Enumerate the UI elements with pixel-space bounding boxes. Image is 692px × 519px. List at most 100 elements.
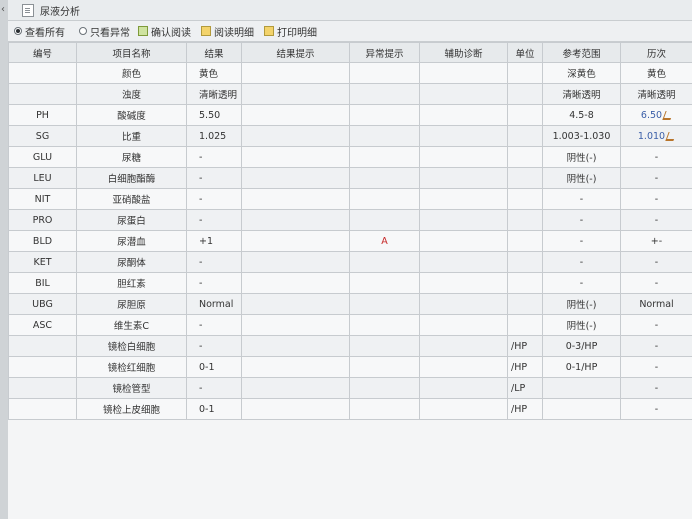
cell-unit[interactable]	[507, 230, 543, 252]
cell-aux-diagnosis[interactable]	[419, 398, 508, 420]
cell-unit[interactable]: /HP	[507, 356, 543, 378]
cell-result-hint[interactable]	[241, 314, 350, 336]
cell-unit[interactable]: /LP	[507, 377, 543, 399]
cell-code[interactable]: BIL	[8, 272, 77, 294]
cell-item-name[interactable]: 镜检红细胞	[76, 356, 187, 378]
cell-item-name[interactable]: 镜检白细胞	[76, 335, 187, 357]
cell-history[interactable]: -	[620, 146, 692, 168]
chevron-left-icon[interactable]: ‹	[1, 4, 5, 15]
cell-aux-diagnosis[interactable]	[419, 230, 508, 252]
cell-history[interactable]: -	[620, 188, 692, 210]
cell-abnormal-flag[interactable]	[349, 251, 420, 273]
cell-reference-range[interactable]: 深黄色	[542, 62, 621, 84]
cell-code[interactable]	[8, 398, 77, 420]
cell-item-name[interactable]: 酸碱度	[76, 104, 187, 126]
cell-result-hint[interactable]	[241, 125, 350, 147]
cell-unit[interactable]	[507, 314, 543, 336]
col-header-history[interactable]: 历次	[620, 42, 692, 63]
table-row[interactable]: 镜检管型 - /LP -	[8, 377, 692, 399]
cell-item-name[interactable]: 尿蛋白	[76, 209, 187, 231]
cell-reference-range[interactable]: -	[542, 251, 621, 273]
cell-item-name[interactable]: 尿潜血	[76, 230, 187, 252]
filter-all-radio[interactable]: 查看所有	[14, 24, 65, 39]
cell-result-hint[interactable]	[241, 335, 350, 357]
cell-history[interactable]: -	[620, 314, 692, 336]
cell-history[interactable]: -	[620, 209, 692, 231]
cell-result-hint[interactable]	[241, 209, 350, 231]
cell-code[interactable]	[8, 335, 77, 357]
table-row[interactable]: UBG 尿胆原 Normal 阴性(-) Normal	[8, 293, 692, 315]
cell-result[interactable]: -	[186, 272, 242, 294]
cell-code[interactable]	[8, 62, 77, 84]
cell-result-hint[interactable]	[241, 356, 350, 378]
edit-pencil-icon[interactable]	[662, 110, 674, 120]
cell-item-name[interactable]: 颜色	[76, 62, 187, 84]
table-row[interactable]: ASC 维生素C - 阴性(-) -	[8, 314, 692, 336]
cell-history[interactable]: -	[620, 398, 692, 420]
cell-aux-diagnosis[interactable]	[419, 335, 508, 357]
cell-abnormal-flag[interactable]	[349, 314, 420, 336]
cell-item-name[interactable]: 尿糖	[76, 146, 187, 168]
cell-unit[interactable]	[507, 293, 543, 315]
cell-reference-range[interactable]	[542, 398, 621, 420]
cell-result[interactable]: 0-1	[186, 398, 242, 420]
col-header-name[interactable]: 项目名称	[76, 42, 187, 63]
cell-result-hint[interactable]	[241, 377, 350, 399]
cell-result[interactable]: +1	[186, 230, 242, 252]
table-row[interactable]: 镜检红细胞 0-1/HP 0-1/HP -	[8, 356, 692, 378]
cell-result-hint[interactable]	[241, 104, 350, 126]
cell-abnormal-flag[interactable]	[349, 188, 420, 210]
cell-aux-diagnosis[interactable]	[419, 146, 508, 168]
cell-history[interactable]: 清晰透明	[620, 83, 692, 105]
cell-result[interactable]: 0-1	[186, 356, 242, 378]
cell-abnormal-flag[interactable]	[349, 146, 420, 168]
cell-reference-range[interactable]: 4.5-8	[542, 104, 621, 126]
cell-abnormal-flag[interactable]	[349, 293, 420, 315]
cell-aux-diagnosis[interactable]	[419, 104, 508, 126]
cell-item-name[interactable]: 尿酮体	[76, 251, 187, 273]
cell-result[interactable]: -	[186, 146, 242, 168]
cell-history[interactable]: +-	[620, 230, 692, 252]
table-row[interactable]: KET 尿酮体 - - -	[8, 251, 692, 273]
col-header-result[interactable]: 结果	[186, 42, 242, 63]
cell-result[interactable]: -	[186, 251, 242, 273]
cell-history[interactable]: -	[620, 335, 692, 357]
cell-item-name[interactable]: 胆红素	[76, 272, 187, 294]
cell-code[interactable]	[8, 356, 77, 378]
cell-abnormal-flag[interactable]: A	[349, 230, 420, 252]
cell-item-name[interactable]: 亚硝酸盐	[76, 188, 187, 210]
cell-item-name[interactable]: 镜检管型	[76, 377, 187, 399]
cell-code[interactable]: UBG	[8, 293, 77, 315]
cell-abnormal-flag[interactable]	[349, 335, 420, 357]
cell-result-hint[interactable]	[241, 188, 350, 210]
cell-abnormal-flag[interactable]	[349, 62, 420, 84]
cell-code[interactable]: BLD	[8, 230, 77, 252]
cell-reference-range[interactable]: 阴性(-)	[542, 167, 621, 189]
cell-history[interactable]: -	[620, 356, 692, 378]
cell-unit[interactable]	[507, 104, 543, 126]
col-header-unit[interactable]: 单位	[507, 42, 543, 63]
cell-item-name[interactable]: 维生素C	[76, 314, 187, 336]
cell-aux-diagnosis[interactable]	[419, 356, 508, 378]
cell-code[interactable]: LEU	[8, 167, 77, 189]
cell-result[interactable]: 黄色	[186, 62, 242, 84]
cell-aux-diagnosis[interactable]	[419, 62, 508, 84]
cell-unit[interactable]	[507, 209, 543, 231]
cell-unit[interactable]	[507, 188, 543, 210]
table-row[interactable]: GLU 尿糖 - 阴性(-) -	[8, 146, 692, 168]
table-row[interactable]: BIL 胆红素 - - -	[8, 272, 692, 294]
cell-reference-range[interactable]: 0-1/HP	[542, 356, 621, 378]
table-row[interactable]: PH 酸碱度 5.50 4.5-8 6.50	[8, 104, 692, 126]
cell-abnormal-flag[interactable]	[349, 125, 420, 147]
cell-aux-diagnosis[interactable]	[419, 293, 508, 315]
cell-item-name[interactable]: 尿胆原	[76, 293, 187, 315]
col-header-code[interactable]: 编号	[8, 42, 77, 63]
cell-result[interactable]: 1.025	[186, 125, 242, 147]
cell-unit[interactable]	[507, 167, 543, 189]
cell-reference-range[interactable]: -	[542, 230, 621, 252]
cell-code[interactable]: PRO	[8, 209, 77, 231]
cell-code[interactable]	[8, 377, 77, 399]
table-row[interactable]: 镜检上皮细胞 0-1/HP -	[8, 398, 692, 420]
cell-abnormal-flag[interactable]	[349, 377, 420, 399]
cell-result-hint[interactable]	[241, 230, 350, 252]
